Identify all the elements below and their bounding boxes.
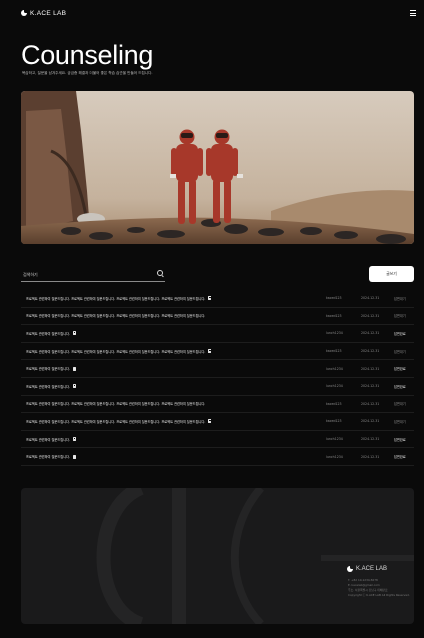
post-title: 프로젝트 관련하여 질문드립니다. [26,437,71,442]
footer-brand-mark-icon [347,566,353,572]
post-date: 2024.12.31 [361,331,380,336]
lock-icon [72,454,77,459]
post-author: kaced123 [326,313,342,318]
post-row[interactable]: 프로젝트 관련하여 질문드립니다. 프로젝트 관련하여 질문드립니다. 프로젝트… [21,343,414,361]
post-date: 2024.12.31 [361,296,380,301]
post-author: kaced123 [326,401,342,406]
write-button[interactable]: 글쓰기 [369,266,414,282]
post-author: lunch1234 [326,331,343,336]
post-status: 답변대기 [394,419,406,424]
post-status: 답변완료 [394,437,406,442]
footer-brand-name: K.ACE LAB [356,566,388,572]
lock-icon [72,331,77,336]
post-date: 2024.12.31 [361,366,380,371]
post-date: 2024.12.31 [361,313,380,318]
post-author: lunch1234 [326,437,343,442]
brand-name: K.ACE LAB [30,9,67,17]
post-date: 2024.12.31 [361,454,380,459]
post-list: 프로젝트 관련하여 질문드립니다. 프로젝트 관련하여 질문드립니다. 프로젝트… [21,290,414,466]
search-bar [21,267,165,282]
post-status: 답변대기 [394,402,406,407]
hamburger-menu-icon[interactable] [410,10,416,16]
post-row[interactable]: 프로젝트 관련하여 질문드립니다. 프로젝트 관련하여 질문드립니다. 프로젝트… [21,290,414,308]
hero-image [21,91,414,244]
post-date: 2024.12.31 [361,384,380,389]
lock-icon [207,296,212,301]
post-date: 2024.12.31 [361,437,380,442]
lock-icon [207,419,212,424]
search-icon[interactable] [157,270,165,278]
post-status: 답변대기 [394,314,406,319]
post-status: 답변대기 [394,349,406,354]
post-title: 프로젝트 관련하여 질문드립니다. [26,455,71,460]
post-row[interactable]: 프로젝트 관련하여 질문드립니다. 프로젝트 관련하여 질문드립니다. 프로젝트… [21,308,414,326]
post-title: 프로젝트 관련하여 질문드립니다. 프로젝트 관련하여 질문드립니다. 프로젝트… [26,419,206,424]
post-author: kaced123 [326,296,342,301]
footer-info-line: Copyright ⓒ K.ACE LAB All Rights Reserve… [348,593,410,597]
post-date: 2024.12.31 [361,419,380,424]
post-author: kaced123 [326,419,342,424]
post-author: lunch1234 [326,366,343,371]
post-date: 2024.12.31 [361,401,380,406]
brand-logo[interactable]: K.ACE LAB [21,10,66,17]
post-title: 프로젝트 관련하여 질문드립니다. 프로젝트 관련하여 질문드립니다. 프로젝트… [26,296,206,301]
site-header: K.ACE LAB [21,8,416,18]
post-author: kaced123 [326,349,342,354]
post-row[interactable]: 프로젝트 관련하여 질문드립니다. lunch1234 2024.12.31 답… [21,325,414,343]
lock-icon [72,437,77,442]
footer-logo[interactable]: K.ACE LAB [347,566,387,572]
lock-icon [72,384,77,389]
search-input[interactable] [21,271,141,277]
post-status: 답변대기 [394,296,406,301]
post-title: 프로젝트 관련하여 질문드립니다. [26,384,71,389]
footer-contact-info: T. +82 10-1234-5678 E. kacelab@gmail.com… [348,578,410,598]
post-status: 답변완료 [394,331,406,336]
post-date: 2024.12.31 [361,349,380,354]
post-title: 프로젝트 관련하여 질문드립니다. 프로젝트 관련하여 질문드립니다. 프로젝트… [26,314,206,319]
footer-decoration [96,488,414,624]
post-title: 프로젝트 관련하여 질문드립니다. 프로젝트 관련하여 질문드립니다. 프로젝트… [26,349,206,354]
post-row[interactable]: 프로젝트 관련하여 질문드립니다. lunch1234 2024.12.31 답… [21,448,414,466]
brand-mark-icon [21,10,27,16]
lock-icon [207,349,212,354]
post-row[interactable]: 프로젝트 관련하여 질문드립니다. lunch1234 2024.12.31 답… [21,378,414,396]
post-status: 답변완료 [394,455,406,460]
post-row[interactable]: 프로젝트 관련하여 질문드립니다. 프로젝트 관련하여 질문드립니다. 프로젝트… [21,413,414,431]
post-author: lunch1234 [326,454,343,459]
post-status: 답변완료 [394,384,406,389]
post-author: lunch1234 [326,384,343,389]
post-title: 프로젝트 관련하여 질문드립니다. [26,367,71,372]
site-footer: K.ACE LAB T. +82 10-1234-5678 E. kacelab… [21,488,414,624]
lock-icon [72,366,77,371]
post-title: 프로젝트 관련하여 질문드립니다. 프로젝트 관련하여 질문드립니다. 프로젝트… [26,402,206,407]
page-subtitle: 복습하고, 질문을 남겨주세요. 궁금증 해결과 더불어 좋은 학습 습관을 만… [22,71,153,75]
page-title: Counseling [21,40,154,70]
post-status: 답변완료 [394,367,406,372]
post-row[interactable]: 프로젝트 관련하여 질문드립니다. 프로젝트 관련하여 질문드립니다. 프로젝트… [21,396,414,414]
post-row[interactable]: 프로젝트 관련하여 질문드립니다. lunch1234 2024.12.31 답… [21,431,414,449]
post-row[interactable]: 프로젝트 관련하여 질문드립니다. lunch1234 2024.12.31 답… [21,360,414,378]
post-title: 프로젝트 관련하여 질문드립니다. [26,331,71,336]
